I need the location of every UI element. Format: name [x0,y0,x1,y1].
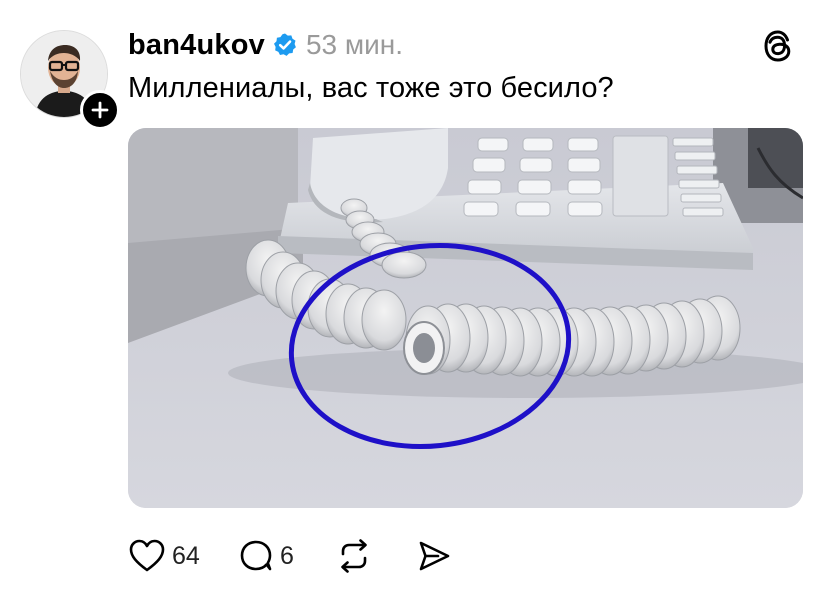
post-timestamp: 53 мин. [305,29,404,60]
author-avatar-wrap[interactable] [20,30,120,130]
post-caption: Миллениалы, вас тоже это бесило? [128,72,614,104]
heart-icon [129,539,165,572]
repost-button[interactable] [336,538,416,574]
verified-badge-icon [272,32,298,58]
plus-icon [91,101,109,119]
username[interactable]: ban4ukov [128,29,265,62]
send-icon [419,541,450,571]
post-image[interactable] [128,128,803,508]
reply-count: 6 [280,541,294,570]
like-button[interactable]: 64 [128,538,238,574]
reply-button[interactable]: 6 [238,538,336,574]
post-actions: 64 6 [128,534,476,578]
share-button[interactable] [416,538,476,574]
threads-post: ban4ukov 53 мин. Миллениалы, вас тоже эт… [0,0,828,598]
like-count: 64 [172,541,200,570]
comment-icon [240,540,272,571]
repost-icon [341,539,367,573]
threads-logo-icon[interactable] [760,28,796,64]
follow-button[interactable] [80,90,120,130]
post-header: ban4ukov 53 мин. [128,26,403,64]
